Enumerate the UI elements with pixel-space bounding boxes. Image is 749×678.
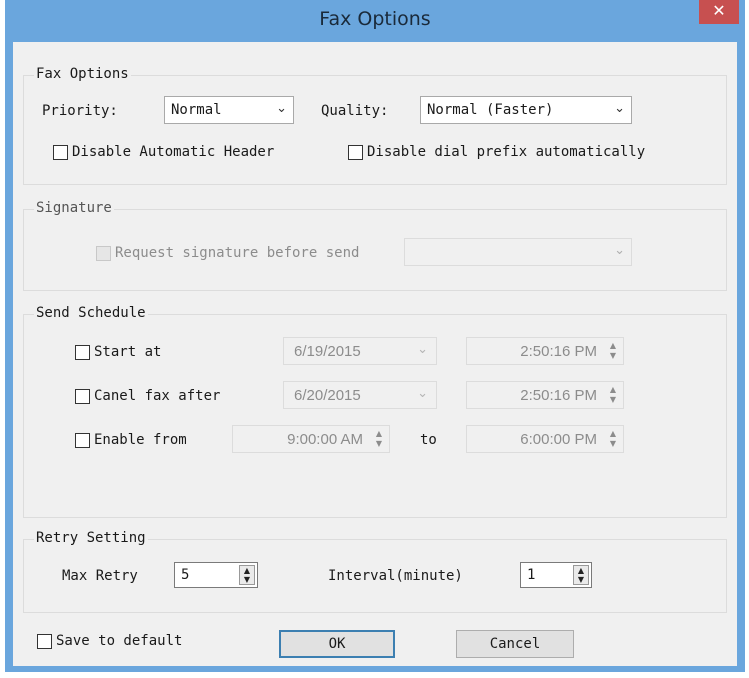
- disable-header-checkbox[interactable]: [53, 145, 68, 160]
- start-date-picker[interactable]: 6/19/2015 ⌄: [283, 337, 437, 365]
- chevron-down-icon: ⌄: [614, 243, 625, 258]
- chevron-down-icon: ⌄: [614, 101, 625, 116]
- signature-legend: Signature: [34, 200, 114, 216]
- close-button[interactable]: ✕: [699, 0, 739, 24]
- request-signature-label: Request signature before send: [115, 245, 360, 261]
- signature-dropdown[interactable]: ⌄: [404, 238, 632, 266]
- retry-setting-legend: Retry Setting: [34, 530, 148, 546]
- to-label: to: [420, 432, 437, 448]
- priority-value: Normal: [171, 102, 222, 118]
- request-signature-checkbox[interactable]: [96, 246, 111, 261]
- dialog-body: Fax Options Priority: Normal ⌄ Quality: …: [13, 42, 737, 666]
- enable-from-checkbox[interactable]: [75, 433, 90, 448]
- disable-prefix-label[interactable]: Disable dial prefix automatically: [367, 144, 645, 160]
- cancel-date-picker[interactable]: 6/20/2015 ⌄: [283, 381, 437, 409]
- chevron-down-icon: ⌄: [276, 101, 287, 116]
- disable-prefix-checkbox[interactable]: [348, 145, 363, 160]
- enable-to-time-value: 6:00:00 PM: [520, 431, 597, 448]
- save-default-checkbox[interactable]: [37, 634, 52, 649]
- max-retry-value: 5: [181, 567, 190, 583]
- priority-label: Priority:: [42, 103, 118, 119]
- retry-setting-group: Retry Setting Max Retry 5 ▲ ▼ Interval(mi…: [23, 530, 727, 613]
- enable-to-time-picker[interactable]: 6:00:00 PM ▲ ▼: [466, 425, 624, 453]
- cancel-time-picker[interactable]: 2:50:16 PM ▲ ▼: [466, 381, 624, 409]
- quality-dropdown[interactable]: Normal (Faster) ⌄: [420, 96, 632, 124]
- spin-arrows-icon[interactable]: ▲ ▼: [239, 565, 255, 585]
- save-default-label[interactable]: Save to default: [56, 633, 182, 649]
- disable-header-label[interactable]: Disable Automatic Header: [72, 144, 274, 160]
- fax-options-window: Fax Options ✕ Fax Options Priority: Norm…: [5, 0, 745, 672]
- start-time-picker[interactable]: 2:50:16 PM ▲ ▼: [466, 337, 624, 365]
- close-icon[interactable]: ✕: [712, 1, 725, 20]
- fax-options-legend: Fax Options: [34, 66, 131, 82]
- quality-label: Quality:: [321, 103, 389, 119]
- window-title: Fax Options: [319, 8, 431, 30]
- priority-dropdown[interactable]: Normal ⌄: [164, 96, 294, 124]
- start-time-value: 2:50:16 PM: [520, 343, 597, 360]
- cancel-time-value: 2:50:16 PM: [520, 387, 597, 404]
- interval-label: Interval(minute): [328, 568, 463, 584]
- enable-from-time-picker[interactable]: 9:00:00 AM ▲ ▼: [232, 425, 390, 453]
- fax-options-group: Fax Options Priority: Normal ⌄ Quality: …: [23, 66, 727, 185]
- interval-stepper[interactable]: 1 ▲ ▼: [520, 562, 592, 588]
- enable-from-label[interactable]: Enable from: [94, 432, 187, 448]
- spin-arrows-icon[interactable]: ▲ ▼: [573, 565, 589, 585]
- spin-arrows-icon[interactable]: ▲ ▼: [606, 341, 620, 361]
- signature-group: Signature Request signature before send …: [23, 200, 727, 291]
- spin-arrows-icon[interactable]: ▲ ▼: [372, 429, 386, 449]
- cancel-after-label[interactable]: Canel fax after: [94, 388, 220, 404]
- ok-button[interactable]: OK: [279, 630, 395, 658]
- interval-value: 1: [527, 567, 536, 583]
- chevron-down-icon: ⌄: [417, 342, 428, 357]
- spin-arrows-icon[interactable]: ▲ ▼: [606, 429, 620, 449]
- cancel-button[interactable]: Cancel: [456, 630, 574, 658]
- quality-value: Normal (Faster): [427, 102, 554, 118]
- chevron-down-icon: ⌄: [417, 386, 428, 401]
- start-at-label[interactable]: Start at: [94, 344, 161, 360]
- start-date-value: 6/19/2015: [294, 343, 361, 360]
- send-schedule-legend: Send Schedule: [34, 305, 148, 321]
- spin-arrows-icon[interactable]: ▲ ▼: [606, 385, 620, 405]
- title-bar[interactable]: Fax Options ✕: [5, 0, 745, 42]
- max-retry-stepper[interactable]: 5 ▲ ▼: [174, 562, 258, 588]
- start-at-checkbox[interactable]: [75, 345, 90, 360]
- max-retry-label: Max Retry: [62, 568, 138, 584]
- send-schedule-group: Send Schedule Start at 6/19/2015 ⌄ 2:50:…: [23, 305, 727, 518]
- enable-from-time-value: 9:00:00 AM: [287, 431, 363, 448]
- cancel-date-value: 6/20/2015: [294, 387, 361, 404]
- cancel-after-checkbox[interactable]: [75, 389, 90, 404]
